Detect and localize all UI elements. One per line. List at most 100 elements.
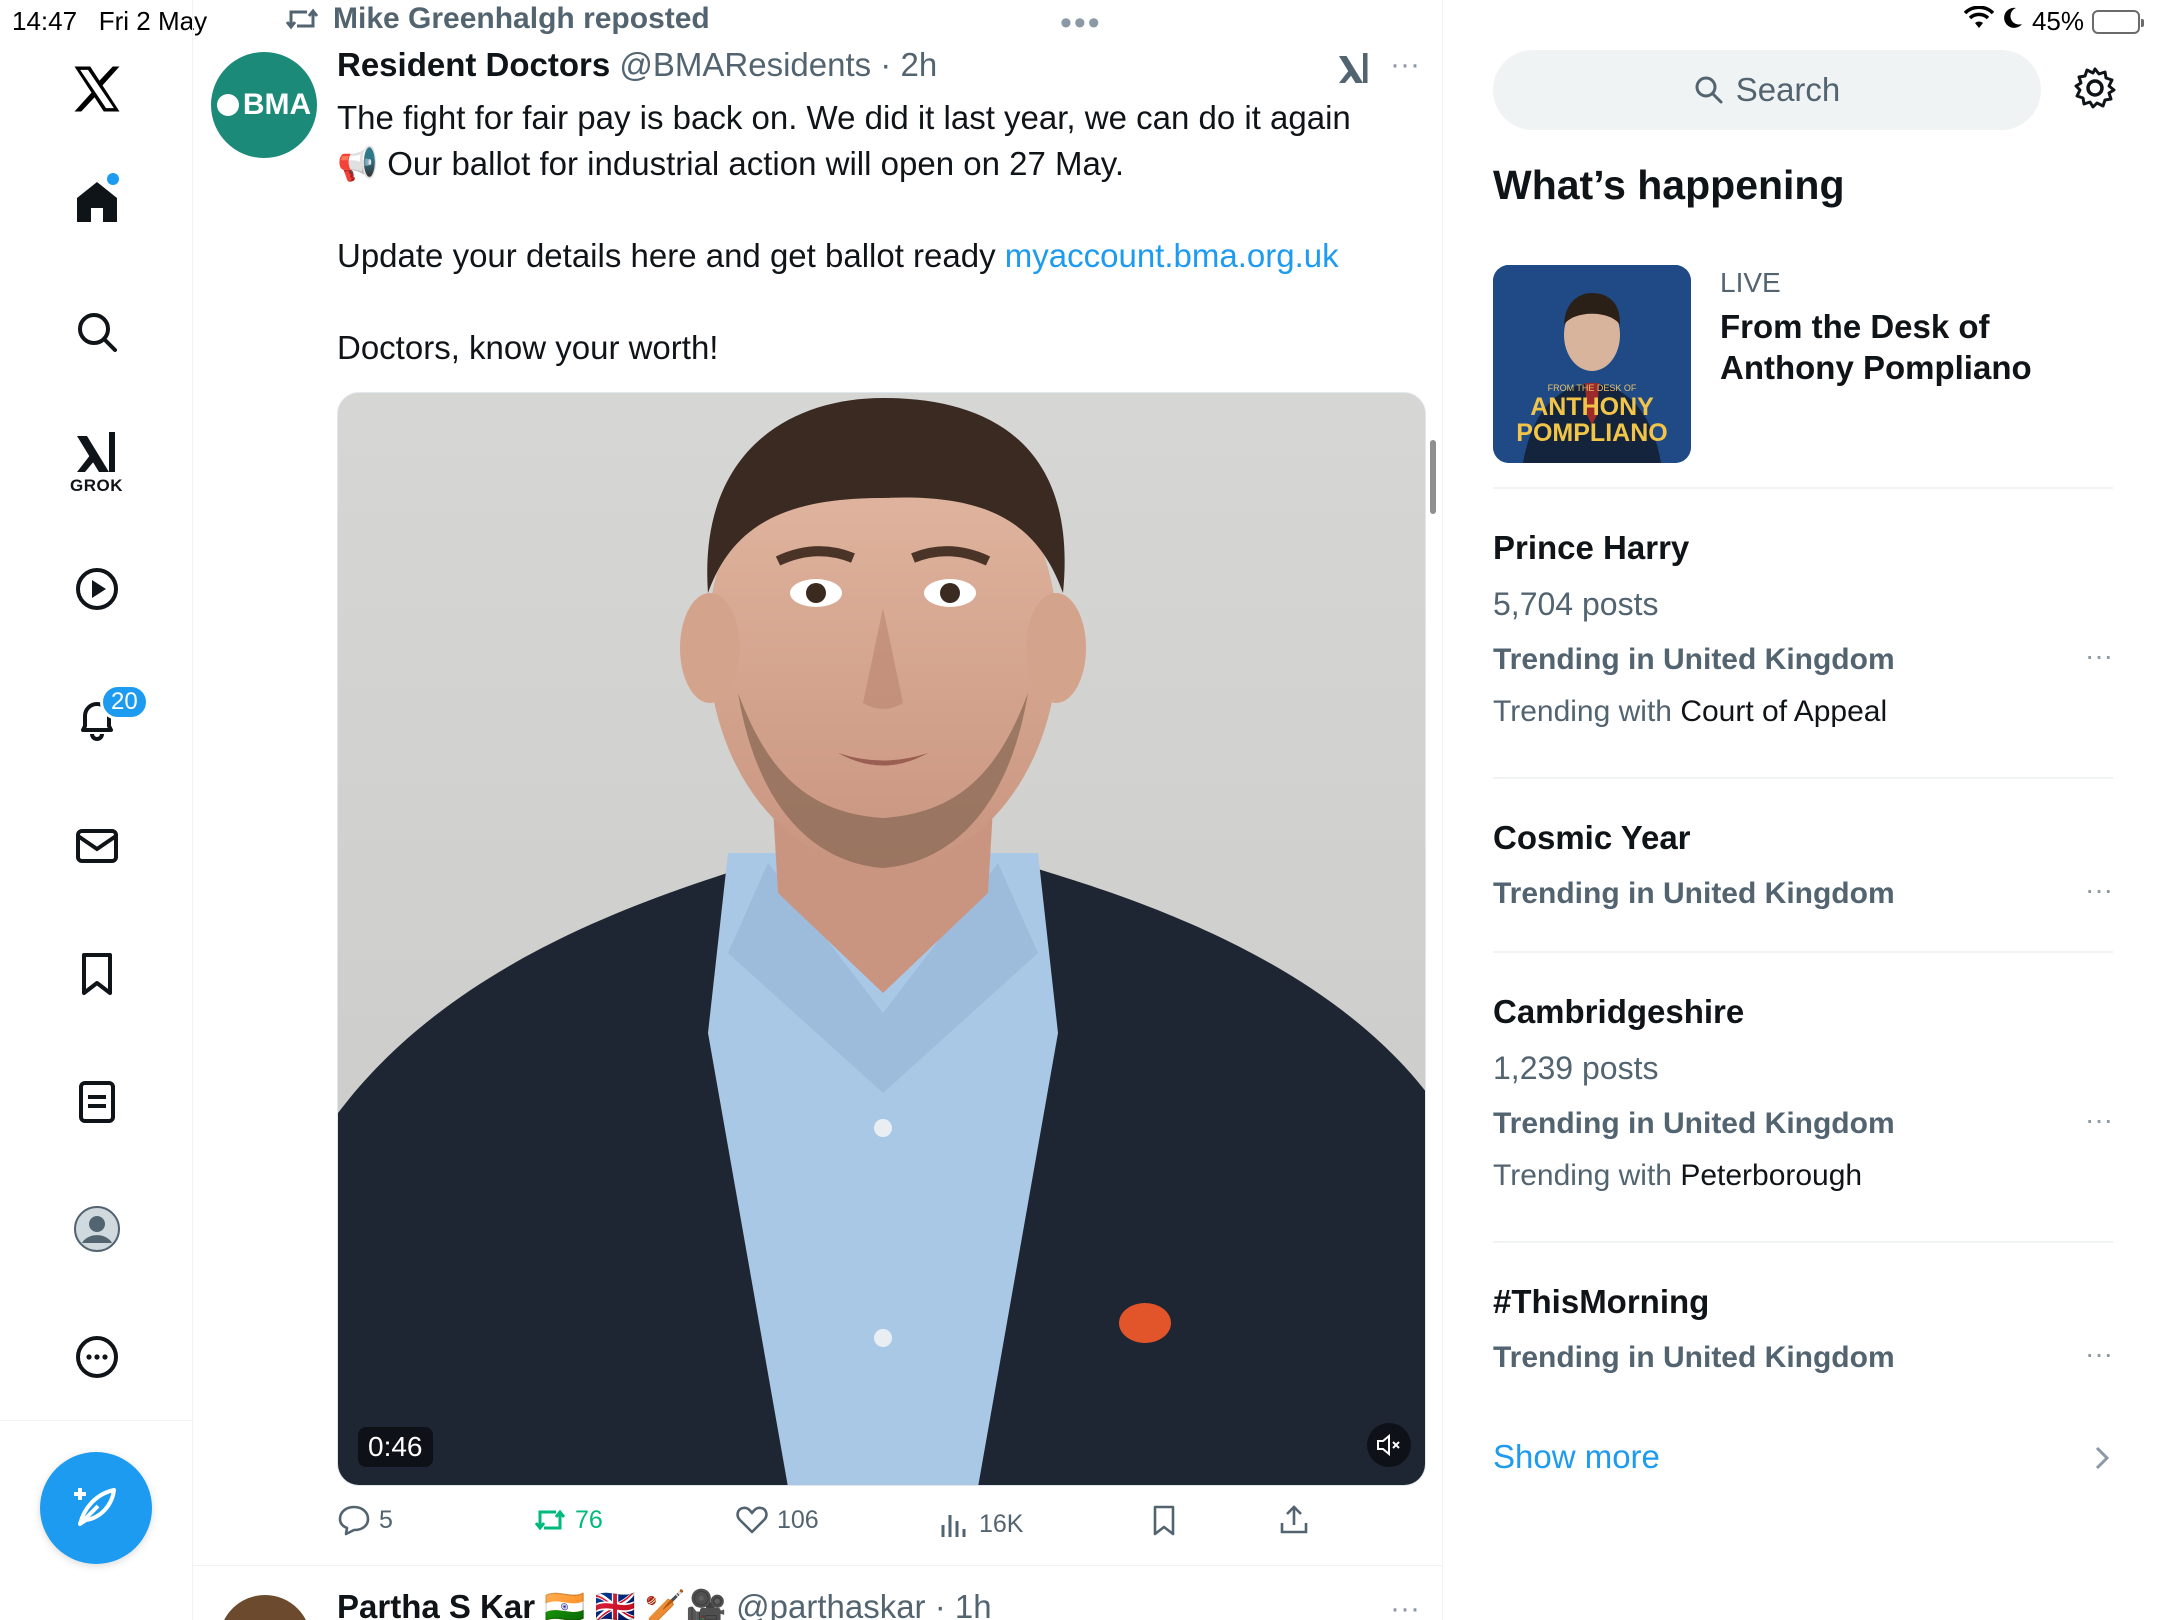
speaker-muted-icon: [1377, 1433, 1400, 1457]
live-title[interactable]: From the Desk of Anthony Pompliano: [1720, 306, 2120, 388]
repost-by-label: Mike Greenhalgh reposted: [333, 2, 710, 35]
search-icon: [1695, 76, 1723, 104]
live-label: LIVE: [1720, 267, 1781, 298]
gear-icon[interactable]: [2073, 66, 2117, 115]
bar-chart-icon: [941, 1515, 966, 1537]
trend-more-icon[interactable]: ···: [2085, 1338, 2113, 1370]
bell-icon[interactable]: [0, 694, 193, 742]
trend-count: 5,704 posts: [1493, 586, 1659, 622]
show-more-link[interactable]: Show more: [1493, 1438, 1660, 1476]
trend-name: #ThisMorning: [1493, 1283, 1710, 1320]
profile-icon[interactable]: [0, 1205, 193, 1253]
trend-more-icon[interactable]: ···: [2085, 640, 2113, 672]
next-tweet-avatar[interactable]: [219, 1595, 311, 1620]
trend-with-prefix: Trending with: [1493, 1159, 1681, 1192]
video-icon[interactable]: [0, 565, 193, 613]
more-icon[interactable]: [0, 1333, 193, 1381]
tweet-line-3: Update your details here and get ballot …: [337, 237, 1005, 274]
trend-name: Cosmic Year: [1493, 819, 1691, 856]
video-player[interactable]: 0:46: [337, 392, 1426, 1486]
next-author-name[interactable]: Partha S Kar: [337, 1588, 535, 1620]
nav-divider: [0, 1420, 193, 1421]
like-button[interactable]: 106: [735, 1503, 819, 1537]
whats-happening-title: What’s happening: [1493, 162, 1845, 208]
bookmark-icon[interactable]: [0, 950, 193, 998]
trend-with-prefix: Trending with: [1493, 695, 1681, 728]
tweet-link[interactable]: myaccount.bma.org.uk: [1005, 237, 1339, 274]
author-handle-time[interactable]: @BMAResidents · 2h: [610, 46, 937, 83]
sidebar-divider: [1493, 777, 2113, 779]
right-sidebar: Search What’s happening FROM THE DESK OF…: [1443, 0, 2160, 1620]
trend-name: Prince Harry: [1493, 529, 1690, 566]
tweet-more-icon[interactable]: ···: [1390, 48, 1420, 82]
reply-count: 5: [379, 1505, 393, 1534]
trend-with: Trending with Peterborough: [1493, 1156, 2113, 1196]
tweet-text: The fight for fair pay is back on. We di…: [337, 95, 1407, 417]
thumb-small-text: FROM THE DESK OF: [1547, 383, 1637, 393]
live-thumbnail[interactable]: FROM THE DESK OF ANTHONY POMPLIANO: [1493, 265, 1691, 463]
repost-count: 76: [575, 1505, 603, 1534]
trend-item[interactable]: Cambridgeshire 1,239 posts Trending in U…: [1493, 992, 2113, 1196]
tweet-actions: 5 76 106 16K: [337, 1503, 1337, 1547]
repost-button[interactable]: 76: [533, 1503, 603, 1537]
thumb-name-line-2: POMPLIANO: [1516, 419, 1668, 447]
reply-icon: [338, 1505, 370, 1536]
sidebar-divider: [1493, 487, 2113, 489]
next-tweet-more-icon[interactable]: ···: [1390, 1592, 1420, 1620]
trend-item[interactable]: Prince Harry 5,704 posts Trending in Uni…: [1493, 528, 2113, 732]
avatar[interactable]: BMA: [211, 52, 317, 158]
grok-explain-icon[interactable]: [1336, 50, 1372, 91]
mail-icon[interactable]: [0, 822, 193, 870]
x-logo-icon[interactable]: [0, 62, 193, 116]
search-icon[interactable]: [0, 308, 193, 356]
scrollbar-thumb[interactable]: [1430, 440, 1436, 514]
search-input[interactable]: Search: [1493, 50, 2041, 130]
trend-more-icon[interactable]: ···: [2085, 1104, 2113, 1136]
tweet-line-2: Our ballot for industrial action will op…: [378, 145, 1125, 182]
tweet-line-1: The fight for fair pay is back on. We di…: [337, 99, 1351, 136]
next-tweet-header: Partha S Kar 🇮🇳 🇬🇧 🏏🎥 @parthaskar · 1h: [337, 1588, 992, 1620]
next-author-handle-time[interactable]: @parthaskar · 1h: [736, 1588, 991, 1620]
avatar-globe-icon: [216, 94, 239, 116]
repost-icon: [285, 8, 319, 30]
bookmark-icon: [1153, 1505, 1175, 1536]
compose-button[interactable]: [40, 1452, 152, 1564]
notifications-badge: 20: [100, 684, 149, 720]
tweet-line-4: Doctors, know your worth!: [337, 329, 719, 366]
thumb-name-line-1: ANTHONY: [1530, 393, 1654, 421]
trend-item[interactable]: Cosmic Year Trending in United Kingdom ·…: [1493, 818, 2113, 914]
sidebar-divider: [1493, 951, 2113, 953]
trend-item[interactable]: #ThisMorning Trending in United Kingdom …: [1493, 1282, 2113, 1378]
mute-button[interactable]: [1367, 1423, 1411, 1467]
megaphone-emoji: 📢: [337, 145, 379, 182]
view-count: 16K: [979, 1509, 1024, 1538]
author-name[interactable]: Resident Doctors: [337, 46, 610, 83]
trend-context: Trending in United Kingdom: [1493, 1107, 1895, 1140]
compose-icon: [74, 1488, 116, 1526]
lists-icon[interactable]: [0, 1078, 193, 1126]
repost-indicator[interactable]: Mike Greenhalgh reposted: [285, 2, 710, 36]
next-author-flags: 🇮🇳 🇬🇧 🏏🎥: [535, 1588, 737, 1620]
grok-icon[interactable]: [0, 428, 193, 476]
left-navigation: GROK 20: [0, 0, 193, 1620]
share-icon: [1280, 1505, 1308, 1534]
sidebar-divider: [1493, 1241, 2113, 1243]
video-duration: 0:46: [358, 1427, 433, 1467]
trend-name: Cambridgeshire: [1493, 993, 1745, 1030]
repost-icon: [534, 1509, 566, 1531]
home-unread-dot: [107, 173, 119, 185]
trend-with-topic: Peterborough: [1680, 1159, 1863, 1192]
trend-with: Trending with Court of Appeal: [1493, 692, 2113, 732]
trend-with-topic: Court of Appeal: [1680, 695, 1888, 728]
trend-more-icon[interactable]: ···: [2085, 874, 2113, 906]
trend-context: Trending in United Kingdom: [1493, 643, 1895, 676]
tweet-header: Resident Doctors @BMAResidents · 2h: [337, 46, 937, 84]
reply-button[interactable]: 5: [337, 1503, 393, 1537]
views-button[interactable]: 16K: [937, 1507, 1023, 1541]
home-icon[interactable]: [0, 178, 193, 226]
share-button[interactable]: [1277, 1503, 1311, 1537]
trend-context: Trending in United Kingdom: [1493, 1341, 1895, 1374]
trend-context: Trending in United Kingdom: [1493, 877, 1895, 910]
bookmark-button[interactable]: [1147, 1503, 1181, 1537]
trend-count: 1,239 posts: [1493, 1050, 1659, 1086]
